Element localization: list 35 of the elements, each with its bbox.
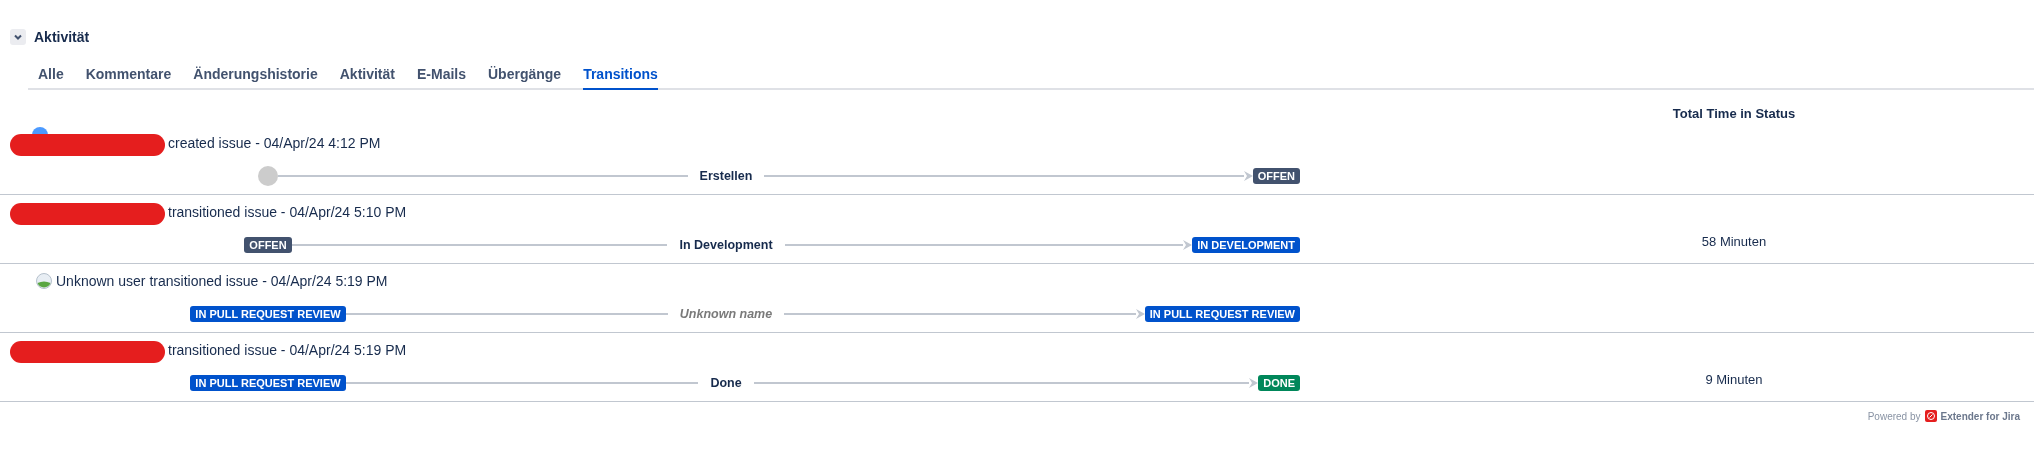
status-lozenge: OFFEN xyxy=(244,237,292,253)
transition-name: Done xyxy=(709,376,743,390)
tab[interactable]: Alle xyxy=(38,66,64,90)
logo-icon xyxy=(1924,410,1937,422)
activity-text: Unknown user transitioned issue - 04/Apr/24 5:19 PM xyxy=(56,273,388,289)
status-lozenge: DONE xyxy=(1258,375,1300,391)
powered-by-text: Powered by xyxy=(1867,410,1921,422)
arrowhead-icon xyxy=(1243,171,1253,181)
transition-name: Unknown name xyxy=(678,307,774,321)
tab[interactable]: Änderungshistorie xyxy=(193,66,318,90)
tab[interactable]: E-Mails xyxy=(417,66,466,90)
status-lozenge: IN PULL REQUEST REVIEW xyxy=(1144,306,1300,322)
time-in-status: 58 Minuten xyxy=(1700,234,1768,249)
time-in-status: 9 Minuten xyxy=(1704,372,1764,387)
status-lozenge: IN PULL REQUEST REVIEW xyxy=(190,306,346,322)
arrowhead-icon xyxy=(1249,378,1259,388)
activity-text: created issue - 04/Apr/24 4:12 PM xyxy=(168,135,381,151)
arrowhead-icon xyxy=(1183,240,1193,250)
status-lozenge: IN DEVELOPMENT xyxy=(1192,237,1300,253)
activity-text: transitioned issue - 04/Apr/24 5:19 PM xyxy=(168,342,407,358)
transition-name: In Development xyxy=(678,238,774,252)
collapse-toggle[interactable] xyxy=(10,29,26,45)
tab[interactable]: Kommentare xyxy=(85,66,172,90)
brand-link[interactable]: Extender for Jira xyxy=(1940,410,2020,422)
status-lozenge: OFFEN xyxy=(1252,168,1300,184)
transition-name: Erstellen xyxy=(698,169,754,183)
tab[interactable]: Transitions xyxy=(583,66,658,90)
status-lozenge: IN PULL REQUEST REVIEW xyxy=(190,375,346,391)
arrowhead-icon xyxy=(1135,309,1145,319)
activity-text: transitioned issue - 04/Apr/24 5:10 PM xyxy=(168,204,407,220)
section-title: Aktivität xyxy=(34,29,90,45)
column-header: Total Time in Status xyxy=(1671,105,1797,123)
chevron-icon xyxy=(13,32,23,42)
tab[interactable]: Übergänge xyxy=(488,66,562,90)
tab[interactable]: Aktivität xyxy=(339,66,395,90)
